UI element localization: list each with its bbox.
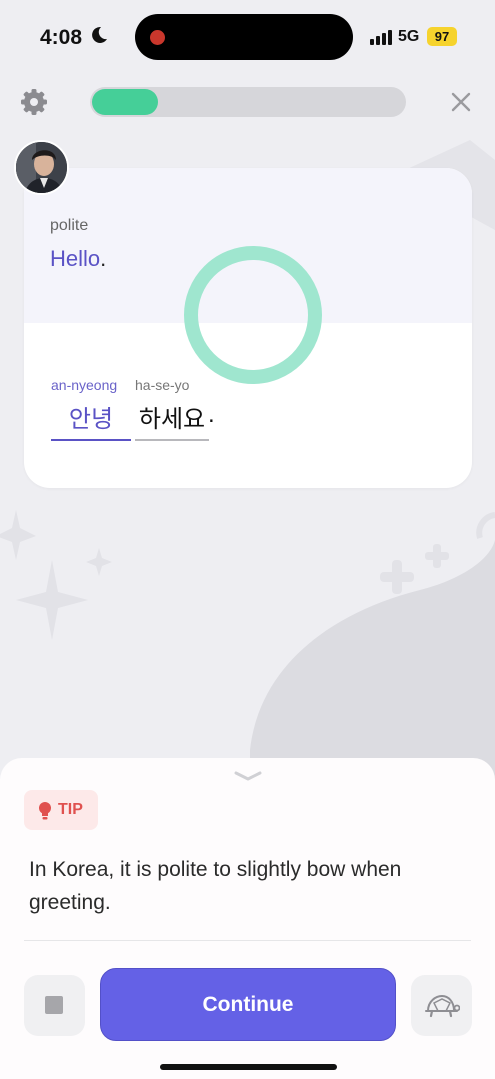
tip-sheet: TIP In Korea, it is polite to slightly b… <box>0 758 495 1079</box>
hangul-word: 안녕 <box>51 399 131 441</box>
romanization-label: an-nyeong <box>51 377 118 393</box>
home-indicator <box>160 1064 337 1070</box>
loading-spinner <box>184 246 322 384</box>
stop-button[interactable] <box>24 975 85 1036</box>
battery-level: 97 <box>427 27 457 46</box>
english-word[interactable]: Hello <box>50 246 100 271</box>
divider <box>24 940 471 941</box>
lesson-card: polite Hello. an-nyeong 안녕 ha-se-yo 하세요 … <box>24 168 472 488</box>
korean-word-haseyo[interactable]: ha-se-yo 하세요 <box>135 377 209 441</box>
lesson-progress-bar <box>90 87 406 117</box>
chevron-down-icon[interactable] <box>233 770 263 782</box>
close-icon[interactable] <box>450 91 472 113</box>
screen-recording-icon <box>150 30 165 45</box>
english-punctuation: . <box>100 246 107 271</box>
avatar <box>14 140 69 195</box>
gear-icon[interactable] <box>20 88 48 116</box>
stop-icon <box>45 996 63 1014</box>
korean-word-annyeong[interactable]: an-nyeong 안녕 <box>51 377 131 441</box>
lightbulb-icon <box>39 802 51 820</box>
slow-playback-button[interactable] <box>411 975 472 1036</box>
network-label: 5G <box>398 28 420 45</box>
hangul-word: 하세요 <box>135 399 209 441</box>
tip-label: TIP <box>58 801 83 818</box>
tip-text: In Korea, it is polite to slightly bow w… <box>29 858 402 914</box>
korean-punctuation: . <box>208 401 215 428</box>
signal-icon <box>370 30 392 45</box>
english-phrase: Hello. <box>50 246 106 272</box>
romanization-label: ha-se-yo <box>135 377 190 393</box>
turtle-icon <box>425 994 460 1018</box>
continue-button[interactable]: Continue <box>100 968 396 1041</box>
register-label: polite <box>50 217 89 234</box>
status-time: 4:08 <box>40 26 83 49</box>
tip-badge: TIP <box>24 790 98 830</box>
dynamic-island <box>135 14 353 60</box>
lesson-progress-fill <box>92 89 158 115</box>
moon-icon <box>92 26 107 43</box>
status-bar: 4:08 5G 97 <box>0 0 495 72</box>
